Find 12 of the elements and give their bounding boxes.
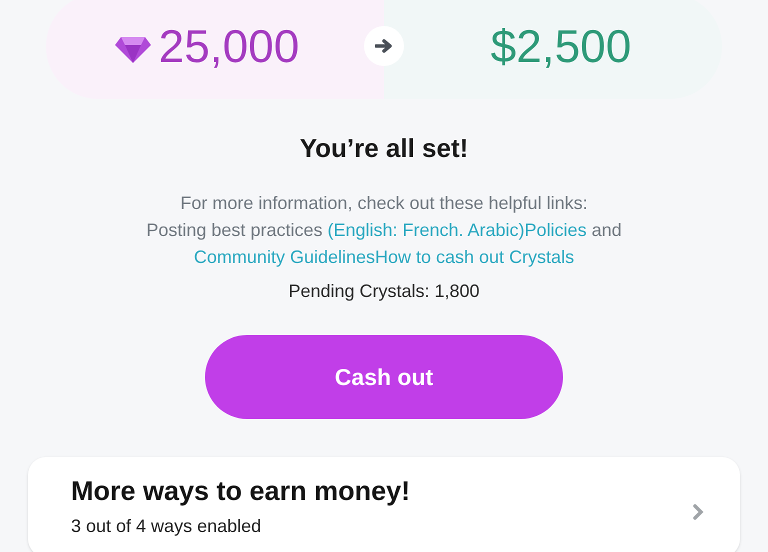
pending-crystals: Pending Crystals: 1,800 xyxy=(288,280,480,303)
card-subtitle: 3 out of 4 ways enabled xyxy=(71,515,262,537)
earn-card[interactable]: More ways to earn money! 3 out of 4 ways enabled xyxy=(28,457,740,552)
cash-out-button[interactable]: Cash out xyxy=(205,335,563,419)
cash-amount: $2,500 xyxy=(490,19,632,74)
info-paragraph: For more information, check out these helpful links: Posting best practices (English: French. Arabic)Policies and Community GuidelinesHow to cash out Crystals xyxy=(145,192,623,269)
success-heading: You’re all set! xyxy=(300,132,468,165)
chevron-icon xyxy=(692,503,704,521)
guidelines-link[interactable]: Community GuidelinesHow to cash out Crystals xyxy=(194,247,574,267)
card-title: More ways to earn money! xyxy=(71,475,412,507)
crystal-amount: 25,000 xyxy=(158,19,300,74)
policies-link[interactable]: (English: French. Arabic)Policies xyxy=(327,220,587,240)
